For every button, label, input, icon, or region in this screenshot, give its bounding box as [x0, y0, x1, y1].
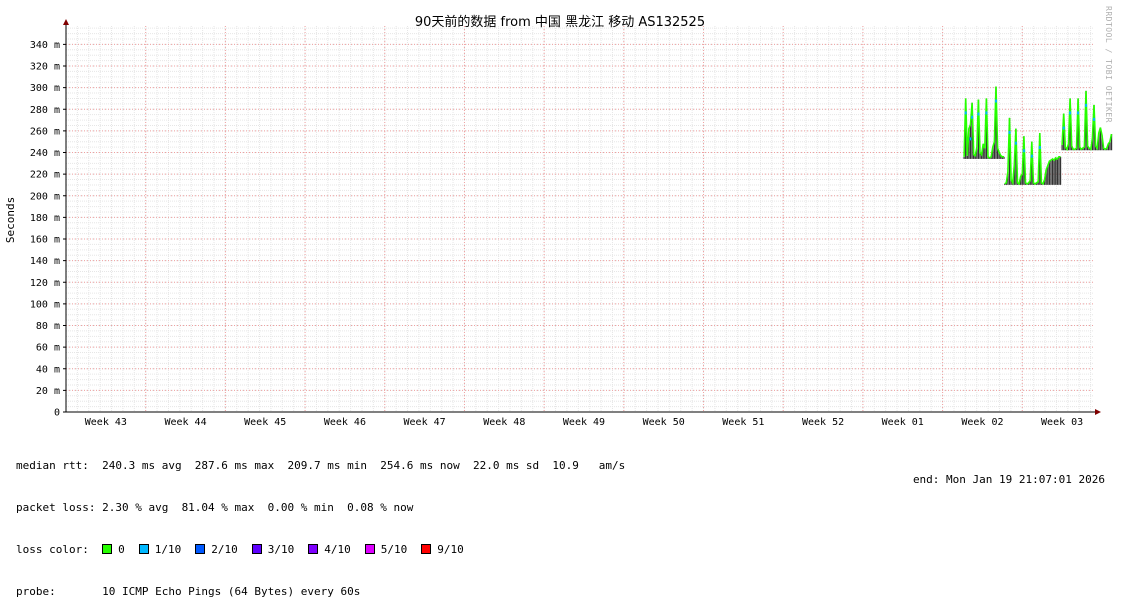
loss-marker: [1085, 103, 1088, 107]
loss-marker: [977, 112, 980, 116]
y-tick-label: 180 m: [30, 213, 60, 224]
loss-marker: [1008, 130, 1011, 134]
loss-color-swatch: [138, 544, 149, 554]
x-tick-label: Week 49: [563, 417, 605, 428]
y-tick-label: 20 m: [36, 386, 60, 397]
loss-marker: [964, 111, 967, 115]
y-tick-label: 40 m: [36, 364, 60, 375]
y-tick-label: 120 m: [30, 278, 60, 289]
y-tick-label: 60 m: [36, 343, 60, 354]
loss-marker: [1077, 111, 1080, 115]
end-timestamp: end: Mon Jan 19 21:07:01 2026: [912, 473, 1105, 486]
loss-marker: [971, 115, 974, 119]
minor-grid: [66, 26, 1094, 412]
loss-color-list: 0 1/10 2/10 3/10 4/10 5/10 9/10: [102, 543, 478, 556]
y-tick-label: 340 m: [30, 40, 60, 51]
loss-color-value: 4/10: [324, 543, 351, 556]
loss-color-value: 1/10: [154, 543, 182, 556]
y-tick-label: 0: [54, 408, 60, 419]
y-tick-label: 200 m: [30, 191, 60, 202]
loss-color-label: loss color:: [16, 543, 103, 556]
x-tick-label: Week 50: [643, 417, 685, 428]
loss-marker: [985, 111, 988, 115]
x-tick-label: Week 02: [961, 417, 1003, 428]
loss-marker: [1022, 149, 1025, 153]
latency-chart: 90天前的数据 from 中国 黑龙江 移动 AS132525 Seconds …: [4, 6, 1113, 428]
median-rtt-row: median rtt: 240.3 ms avg 287.6 ms max 20…: [16, 459, 626, 472]
loss-marker: [1062, 126, 1065, 130]
loss-marker: [1069, 111, 1072, 115]
x-tick-label: Week 43: [85, 417, 127, 428]
packet-loss-row: packet loss: 2.30 % avg 81.04 % max 0.00…: [16, 501, 414, 514]
major-grid: [66, 26, 1094, 412]
y-tick-label: 320 m: [30, 62, 60, 73]
y-axis-ticks: 0 20 m 40 m 60 m 80 m 100 m 120 m 140 m 160 m 180…: [30, 40, 66, 419]
y-axis-label: Seconds: [4, 197, 17, 243]
loss-color-item: 9/10: [421, 543, 464, 556]
loss-color-value: 2/10: [211, 543, 238, 556]
y-tick-label: 80 m: [36, 321, 60, 332]
y-tick-label: 300 m: [30, 83, 60, 94]
x-tick-label: Week 52: [802, 417, 844, 428]
loss-color-swatch: [251, 544, 262, 554]
y-tick-label: 280 m: [30, 105, 60, 116]
loss-marker: [1038, 146, 1041, 150]
x-tick-label: Week 46: [324, 417, 366, 428]
loss-color-value: 3/10: [267, 543, 295, 556]
legend: median rtt: 240.3 ms avg 287.6 ms max 20…: [16, 431, 625, 613]
x-tick-label: Week 47: [404, 417, 446, 428]
loss-color-item: 1/10: [138, 543, 182, 556]
loss-marker: [1014, 141, 1017, 145]
x-tick-label: Week 01: [882, 417, 924, 428]
loss-marker: [1093, 117, 1095, 121]
rrdtool-watermark: RRDTOOL / TOBI OETIKER: [1104, 6, 1113, 123]
loss-color-value: 9/10: [437, 543, 464, 556]
loss-color-item: 4/10: [308, 543, 351, 556]
y-tick-label: 160 m: [30, 235, 60, 246]
y-tick-label: 220 m: [30, 170, 60, 181]
loss-color-value: 0: [118, 543, 125, 556]
x-tick-label: Week 51: [722, 417, 764, 428]
loss-color-row: loss color: 0 1/10 2/10 3/10 4/10 5/10 9/10: [16, 543, 625, 557]
probe-row: probe: 10 ICMP Echo Pings (64 Bytes) eve…: [16, 585, 361, 598]
loss-color-item: 0: [102, 543, 125, 556]
y-tick-label: 140 m: [30, 256, 60, 267]
x-axis-ticks: Week 43 Week 44 Week 45 Week 46 Week 47 Week …: [85, 417, 1083, 428]
x-tick-label: Week 45: [244, 417, 286, 428]
x-axis-arrow: [1095, 409, 1101, 415]
x-tick-label: Week 44: [164, 417, 206, 428]
y-tick-label: 260 m: [30, 126, 60, 137]
loss-color-item: 5/10: [364, 543, 408, 556]
loss-color-swatch: [421, 544, 432, 554]
loss-color-swatch: [102, 544, 113, 554]
y-axis-arrow: [63, 19, 69, 25]
x-tick-label: Week 03: [1041, 417, 1083, 428]
x-tick-label: Week 48: [483, 417, 525, 428]
loss-color-item: 2/10: [195, 543, 238, 556]
loss-color-value: 5/10: [380, 543, 408, 556]
y-tick-label: 100 m: [30, 299, 60, 310]
loss-color-swatch: [195, 544, 206, 554]
loss-color-item: 3/10: [251, 543, 295, 556]
loss-color-swatch: [364, 544, 375, 554]
loss-marker: [994, 99, 997, 103]
chart-title: 90天前的数据 from 中国 黑龙江 移动 AS132525: [415, 14, 705, 30]
loss-color-swatch: [308, 544, 319, 554]
rtt-series: [963, 86, 1113, 186]
y-tick-label: 240 m: [30, 148, 60, 159]
loss-marker: [1030, 154, 1033, 158]
loss-marker: [969, 137, 972, 141]
